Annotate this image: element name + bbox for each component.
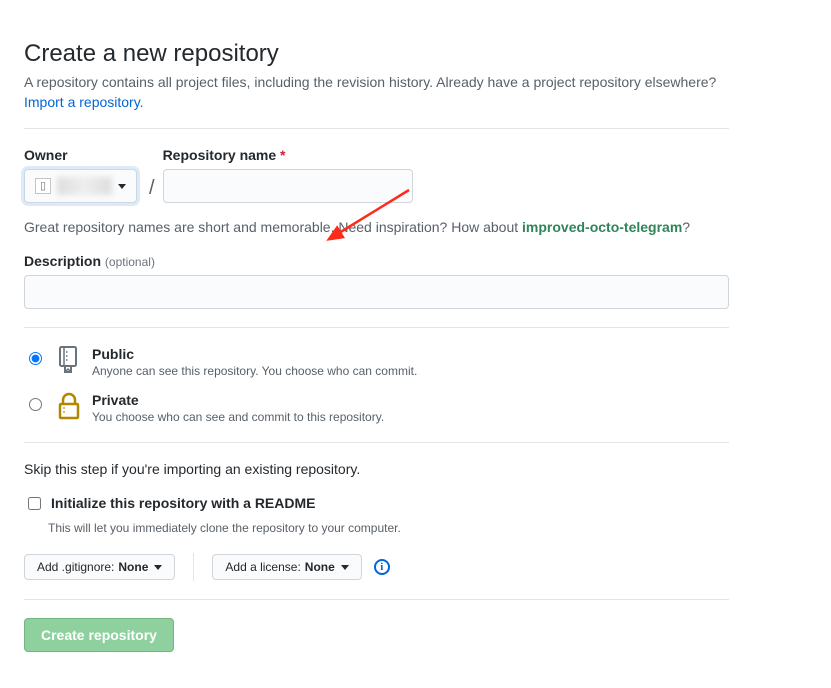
page-title: Create a new repository <box>24 40 729 68</box>
lock-icon <box>56 392 82 420</box>
private-desc: You choose who can see and commit to thi… <box>92 410 384 424</box>
owner-label: Owner <box>24 147 137 163</box>
divider <box>193 553 194 581</box>
public-radio[interactable] <box>29 352 42 365</box>
description-input[interactable] <box>24 275 729 309</box>
repo-name-suggestion-link[interactable]: improved-octo-telegram <box>522 219 682 235</box>
repo-name-label: Repository name * <box>163 147 413 163</box>
create-repository-button[interactable]: Create repository <box>24 618 174 652</box>
divider <box>24 442 729 443</box>
chevron-down-icon <box>154 565 162 570</box>
divider <box>24 599 729 600</box>
info-icon[interactable]: i <box>374 559 390 575</box>
divider <box>24 327 729 328</box>
initialize-readme-desc: This will let you immediately clone the … <box>48 521 729 535</box>
owner-name-blurred <box>57 177 112 195</box>
owner-dropdown[interactable]: ▯ <box>24 169 137 203</box>
add-license-dropdown[interactable]: Add a license: None <box>212 554 361 580</box>
avatar-icon: ▯ <box>35 178 51 194</box>
description-label: Description (optional) <box>24 253 729 269</box>
optional-hint: (optional) <box>105 255 155 269</box>
private-radio[interactable] <box>29 398 42 411</box>
public-title: Public <box>92 346 417 362</box>
required-asterisk: * <box>280 147 285 163</box>
initialize-readme-label[interactable]: Initialize this repository with a README <box>51 495 315 511</box>
chevron-down-icon <box>341 565 349 570</box>
repo-name-hint: Great repository names are short and mem… <box>24 219 729 235</box>
page-tagline: A repository contains all project files,… <box>24 74 729 90</box>
divider <box>24 128 729 129</box>
import-repository-link[interactable]: Import a repository. <box>24 94 144 110</box>
public-desc: Anyone can see this repository. You choo… <box>92 364 417 378</box>
initialize-readme-checkbox[interactable] <box>28 497 41 510</box>
chevron-down-icon <box>118 184 126 189</box>
path-separator: / <box>149 177 155 200</box>
repo-public-icon <box>56 346 82 374</box>
add-gitignore-dropdown[interactable]: Add .gitignore: None <box>24 554 175 580</box>
skip-note: Skip this step if you're importing an ex… <box>24 461 729 477</box>
private-title: Private <box>92 392 384 408</box>
repository-name-input[interactable] <box>163 169 413 203</box>
